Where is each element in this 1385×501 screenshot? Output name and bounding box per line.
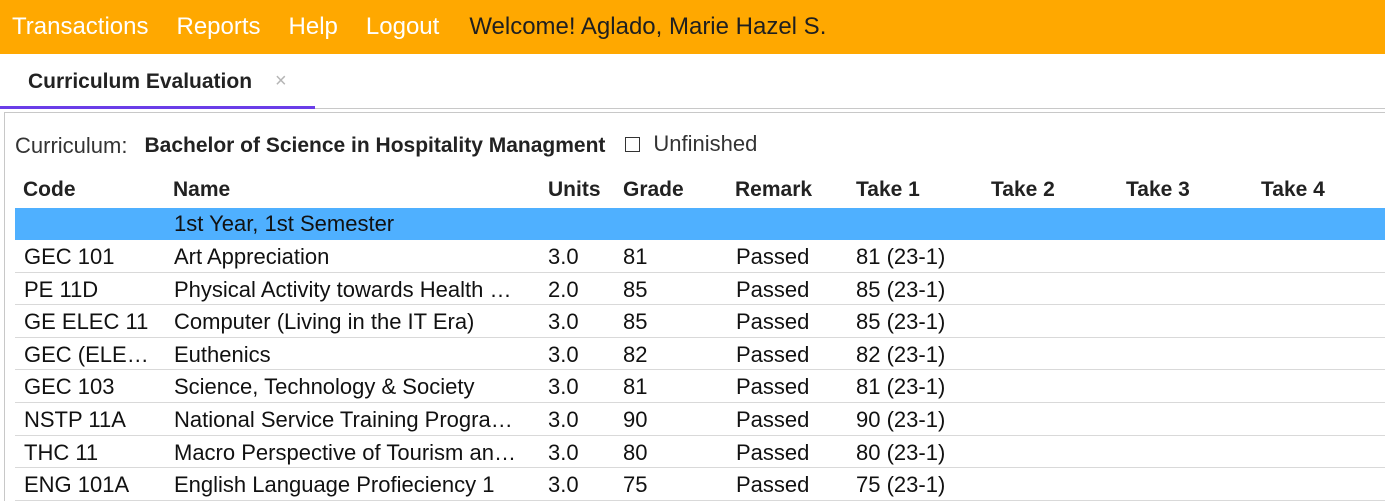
cell-take1: 80 (23-1) [856, 439, 946, 465]
cell-name: Euthenics [174, 341, 271, 367]
cell-remark: Passed [736, 374, 810, 400]
cell-code: PE 11D [24, 276, 99, 302]
table-row[interactable]: GEC 101 Art Appreciation 3.0 81 Passed 81 (23… [15, 240, 1385, 273]
cell-name: Art Appreciation [174, 244, 330, 269]
cell-units: 3.0 [548, 472, 579, 498]
cell-grade: 82 [623, 341, 648, 367]
cell-name: Macro Perspective of Tourism an… [174, 439, 516, 465]
cell-take1: 81 (23-1) [856, 374, 946, 400]
header-take-2[interactable]: Take 2 [991, 178, 1055, 202]
cell-code: NSTP 11A [24, 406, 126, 432]
cell-take1: 81 (23-1) [856, 244, 946, 269]
menu-reports[interactable]: Reports [177, 13, 261, 41]
cell-take1: 85 (23-1) [856, 309, 946, 335]
cell-name: Physical Activity towards Health … [174, 276, 512, 302]
cell-name: English Language Profieciency 1 [174, 472, 495, 498]
cell-remark: Passed [736, 341, 810, 367]
cell-units: 3.0 [548, 374, 579, 400]
header-remark[interactable]: Remark [735, 178, 812, 202]
cell-remark: Passed [736, 406, 810, 432]
cell-take1: 82 (23-1) [856, 341, 946, 367]
close-icon[interactable]: × [275, 70, 287, 93]
header-take-1[interactable]: Take 1 [856, 178, 920, 202]
cell-remark: Passed [736, 276, 810, 302]
tab-curriculum-evaluation[interactable]: Curriculum Evaluation × [0, 54, 315, 109]
header-grade[interactable]: Grade [623, 178, 684, 202]
cell-take1: 90 (23-1) [856, 406, 946, 432]
menu-help[interactable]: Help [289, 13, 338, 41]
cell-units: 2.0 [548, 276, 579, 302]
header-take-4[interactable]: Take 4 [1261, 178, 1325, 202]
cell-remark: Passed [736, 439, 810, 465]
cell-name: Computer (Living in the IT Era) [174, 309, 475, 335]
welcome-message: Welcome! Aglado, Marie Hazel S. [469, 13, 827, 40]
menu-transactions[interactable]: Transactions [12, 13, 149, 41]
header-take-3[interactable]: Take 3 [1126, 178, 1190, 202]
cell-take1: 75 (23-1) [856, 472, 946, 498]
cell-grade: 85 [623, 309, 648, 335]
cell-units: 3.0 [548, 406, 579, 432]
cell-name: Science, Technology & Society [174, 374, 475, 400]
cell-name: National Service Training Progra… [174, 406, 513, 432]
cell-remark: Passed [736, 472, 810, 498]
menu-logout[interactable]: Logout [366, 13, 439, 41]
curriculum-label: Curriculum: [15, 133, 128, 158]
cell-grade: 81 [623, 374, 648, 400]
cell-code: GE ELEC 11 [24, 309, 149, 335]
cell-code: GEC (ELE… [24, 341, 149, 367]
table-header: Code Name Units Grade Remark Take 1 Take… [15, 174, 1385, 208]
table-row[interactable]: THC 11 Macro Perspective of Tourism an… 3.… [15, 436, 1385, 469]
table-row[interactable]: GE ELEC 11 Computer (Living in the IT Era… [15, 305, 1385, 338]
unfinished-checkbox[interactable] [625, 137, 641, 152]
curriculum-name: Bachelor of Science in Hospitality Manag… [144, 134, 606, 157]
cell-grade: 80 [623, 439, 648, 465]
curriculum-header: Curriculum: Bachelor of Science in Hospi… [15, 131, 757, 161]
cell-remark: Passed [736, 244, 810, 269]
cell-code: THC 11 [24, 439, 99, 465]
table-row[interactable]: GEC (ELE… Euthenics 3.0 82 Passed 82 (23-1) [15, 338, 1385, 371]
semester-group-row[interactable]: 1st Year, 1st Semester [15, 208, 1385, 240]
cell-remark: Passed [736, 309, 810, 335]
cell-grade: 90 [623, 406, 648, 432]
cell-grade: 81 [623, 244, 648, 269]
top-navigation-bar: Transactions Reports Help Logout Welcome… [0, 0, 1385, 54]
tab-bar: Curriculum Evaluation × [0, 54, 1385, 109]
header-code[interactable]: Code [23, 178, 76, 202]
cell-units: 3.0 [548, 439, 579, 465]
table-row[interactable]: ENG 101A English Language Profieciency 1 3… [15, 468, 1385, 501]
tab-label: Curriculum Evaluation [28, 70, 253, 93]
cell-units: 3.0 [548, 341, 579, 367]
cell-units: 3.0 [548, 244, 579, 269]
table-row[interactable]: PE 11D Physical Activity towards Health …… [15, 273, 1385, 306]
cell-grade: 75 [623, 472, 648, 498]
cell-code: ENG 101A [24, 472, 130, 498]
table-row[interactable]: GEC 103 Science, Technology & Society 3.0 8… [15, 370, 1385, 403]
cell-grade: 85 [623, 276, 648, 302]
cell-take1: 85 (23-1) [856, 276, 946, 302]
unfinished-checkbox-label[interactable]: Unfinished [653, 131, 757, 157]
semester-label: 1st Year, 1st Semester [174, 211, 395, 236]
header-units[interactable]: Units [548, 178, 601, 202]
curriculum-table: Code Name Units Grade Remark Take 1 Take… [15, 174, 1385, 501]
cell-code: GEC 101 [24, 244, 115, 269]
cell-code: GEC 103 [24, 374, 115, 400]
table-row[interactable]: NSTP 11A National Service Training Progra… [15, 403, 1385, 436]
cell-units: 3.0 [548, 309, 579, 335]
header-name[interactable]: Name [173, 178, 230, 202]
